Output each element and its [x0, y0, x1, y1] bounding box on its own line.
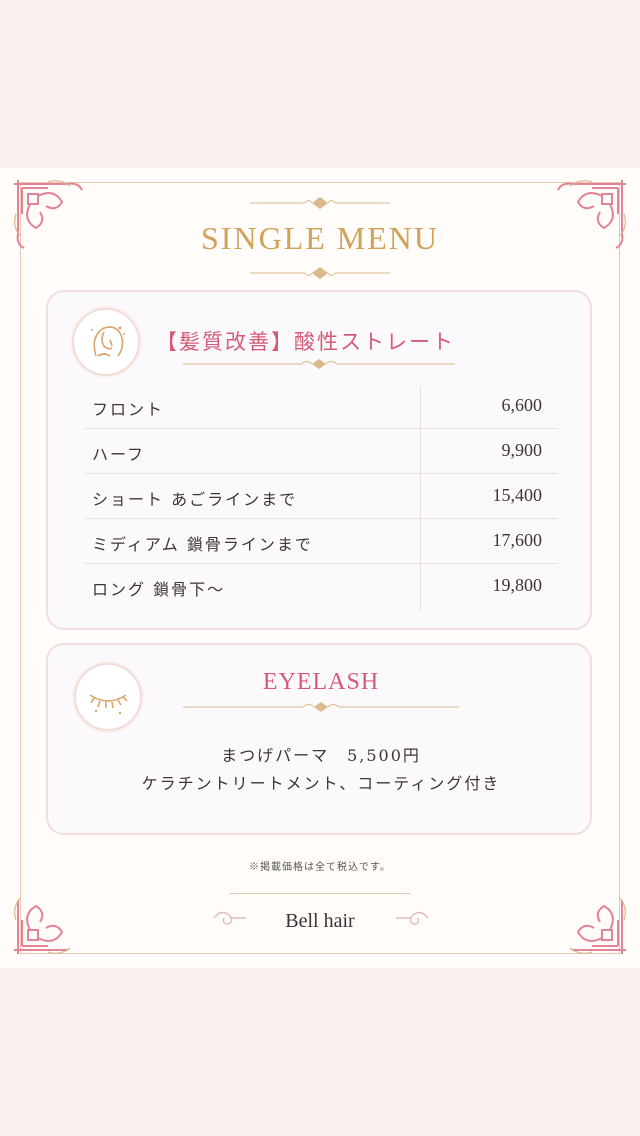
tax-note: ※掲載価格は全て税込です。	[249, 862, 391, 873]
woman-face-icon	[72, 308, 140, 376]
section-ornament-icon	[183, 359, 455, 369]
item-price: 9,900	[501, 440, 543, 460]
item-name: ミディアム 鎖骨ラインまで	[92, 535, 313, 554]
swirl-ornament-icon	[396, 911, 429, 925]
section-ornament-icon	[183, 702, 459, 712]
table-row: フロント 6,600	[84, 384, 558, 429]
item-price: 17,600	[492, 530, 543, 550]
price-table: フロント 6,600 ハーフ 9,900 ショート あごラインまで 15,400…	[84, 384, 558, 608]
page: SINGLE MENU 【髪質改善】酸性ストレート フロント 6,600 ハーフ…	[0, 0, 640, 1136]
straight-menu-panel: 【髪質改善】酸性ストレート フロント 6,600 ハーフ 9,900 ショート …	[46, 290, 592, 630]
item-name: ハーフ	[92, 445, 146, 464]
item-name: ロング 鎖骨下〜	[92, 580, 226, 599]
item-name: ショート あごラインまで	[92, 490, 298, 509]
item-price: 6,600	[501, 395, 543, 415]
item-name: フロント	[92, 400, 165, 419]
title-bottom-ornament-icon	[250, 267, 390, 279]
section-title: EYELASH	[262, 669, 380, 695]
table-row: ハーフ 9,900	[84, 429, 558, 474]
section-title: 【髪質改善】酸性ストレート	[156, 330, 455, 354]
item-price: 19,800	[492, 575, 543, 595]
brand-name: Bell hair	[285, 910, 355, 932]
table-row: ショート あごラインまで 15,400	[84, 474, 558, 519]
table-row: ロング 鎖骨下〜 19,800	[84, 564, 558, 608]
brand-divider	[230, 893, 410, 894]
item-price: 15,400	[492, 485, 543, 505]
eyelash-perm-price: まつげパーマ 5,500円	[221, 746, 421, 765]
page-title: SINGLE MENU	[201, 220, 439, 256]
table-row: ミディアム 鎖骨ラインまで 17,600	[84, 519, 558, 564]
title-top-ornament-icon	[250, 197, 390, 209]
menu-card: SINGLE MENU 【髪質改善】酸性ストレート フロント 6,600 ハーフ…	[0, 168, 640, 968]
eyelash-panel: EYELASH まつげパーマ 5,500円 ケラチントリートメント、コーティング…	[46, 643, 592, 835]
eyelash-perm-details: ケラチントリートメント、コーティング付き	[141, 774, 501, 793]
